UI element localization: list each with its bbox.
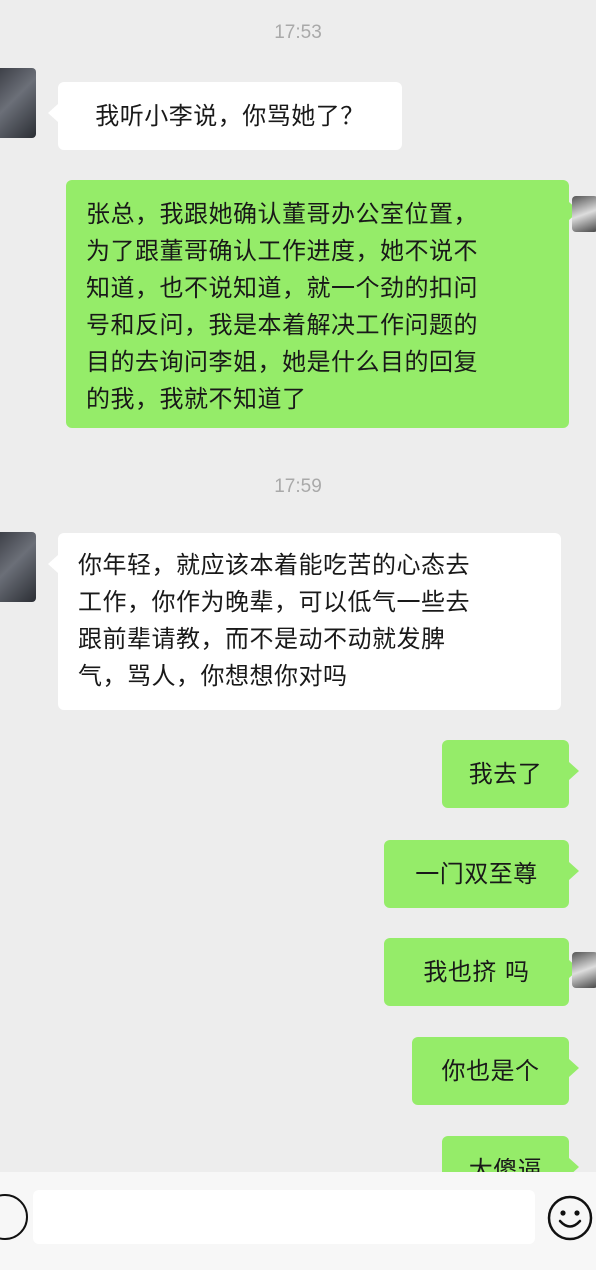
message-bubble-outgoing[interactable]: 我去了	[442, 740, 579, 808]
message-line: 气，骂人，你想想你对吗	[78, 662, 348, 690]
message-line: 跟前辈请教，而不是动不动就发脾	[78, 625, 446, 653]
message-line: 张总，我跟她确认董哥办公室位置，	[86, 200, 478, 228]
message-bubble-outgoing[interactable]: 你也是个	[412, 1037, 579, 1105]
message-line: 号和反问，我是本着解决工作问题的	[86, 311, 478, 339]
message-line: 你年轻，就应该本着能吃苦的心态去	[78, 551, 470, 579]
voice-icon[interactable]	[0, 1194, 28, 1240]
input-bar	[0, 1172, 596, 1270]
message-bubble-outgoing[interactable]: 我也挤 吗	[384, 938, 579, 1006]
timestamp: 17:53	[274, 22, 322, 43]
timestamp: 17:59	[274, 476, 322, 497]
message-text: 我听小李说，你骂她了？	[95, 101, 365, 130]
emoji-icon[interactable]	[546, 1194, 594, 1242]
message-line: 的我，我就不知道了	[86, 385, 307, 413]
message-line: 为了跟董哥确认工作进度，她不说不	[86, 237, 478, 265]
message-line: 工作，你作为晚辈，可以低气一些去	[78, 588, 470, 616]
message-text: 你也是个	[441, 1056, 540, 1085]
message-text: 一门双至尊	[415, 859, 538, 888]
message-text: 我也挤 吗	[423, 957, 530, 986]
message-line: 目的去询问李姐，她是什么目的回复	[86, 348, 478, 376]
message-line: 知道，也不说知道，就一个劲的扣问	[86, 274, 478, 302]
message-bubble-outgoing[interactable]: 一门双至尊	[384, 840, 579, 908]
message-bubble-incoming[interactable]: 你年轻，就应该本着能吃苦的心态去 工作，你作为晚辈，可以低气一些去 跟前辈请教，…	[48, 533, 561, 710]
message-bubble-incoming[interactable]: 我听小李说，你骂她了？	[48, 82, 402, 150]
message-text: 我去了	[468, 759, 543, 788]
message-input[interactable]	[33, 1190, 535, 1244]
avatar[interactable]	[0, 532, 36, 602]
avatar[interactable]	[0, 68, 36, 138]
avatar[interactable]	[572, 952, 596, 988]
message-bubble-outgoing[interactable]: 张总，我跟她确认董哥办公室位置， 为了跟董哥确认工作进度，她不说不 知道，也不说…	[66, 180, 579, 428]
avatar[interactable]	[572, 196, 596, 232]
